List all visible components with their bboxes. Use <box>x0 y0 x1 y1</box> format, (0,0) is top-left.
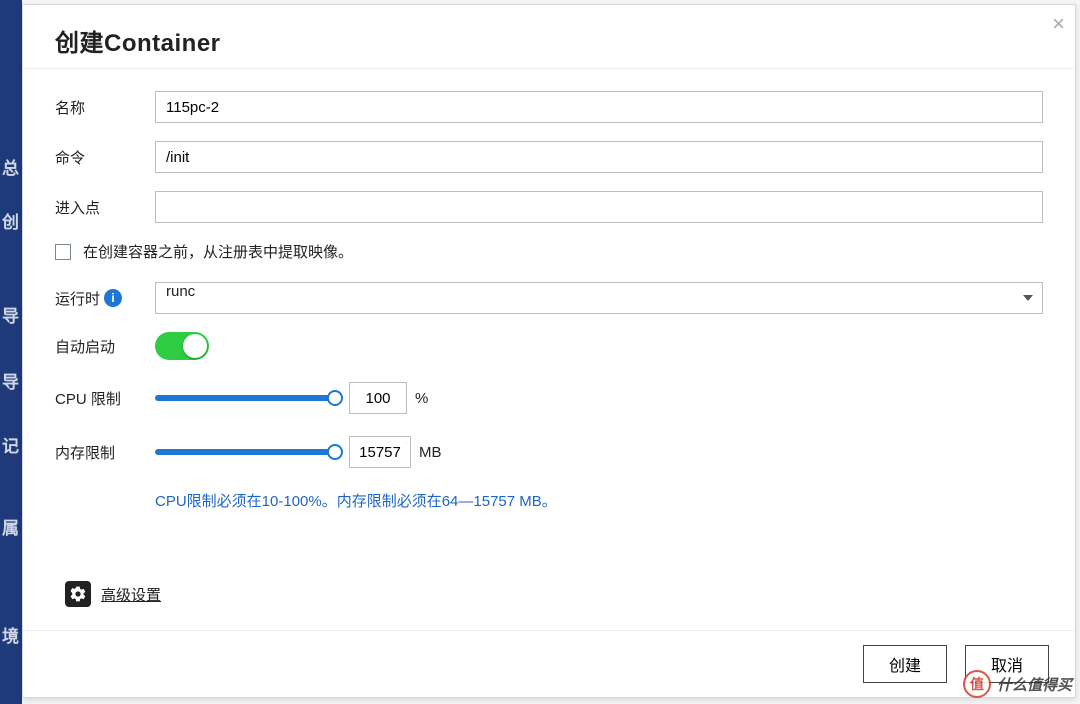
pull-image-checkbox[interactable] <box>55 244 71 260</box>
row-autostart: 自动启动 <box>55 332 1043 360</box>
bg-sidebar-glyph: 记 <box>2 432 19 457</box>
bg-sidebar-glyph: 导 <box>2 368 19 393</box>
label-command: 命令 <box>55 147 155 168</box>
row-mem-limit: 内存限制 MB <box>55 436 1043 468</box>
close-icon[interactable]: × <box>1052 13 1065 35</box>
label-name: 名称 <box>55 97 155 118</box>
advanced-settings[interactable]: 高级设置 <box>65 581 1043 607</box>
label-entrypoint: 进入点 <box>55 197 155 218</box>
create-container-modal: × 创建Container 名称 命令 进入点 在创建容器之前，从注册表中提取映… <box>22 4 1076 698</box>
limits-hint: CPU限制必须在10-100%。内存限制必须在64—15757 MB。 <box>155 490 1043 511</box>
background-sidebar: 总 创 导 导 记 属 境 <box>0 0 22 704</box>
bg-sidebar-glyph: 属 <box>2 514 19 539</box>
gear-icon <box>65 581 91 607</box>
mem-slider[interactable] <box>155 449 335 455</box>
info-icon[interactable]: i <box>104 289 122 307</box>
label-autostart: 自动启动 <box>55 336 155 357</box>
pull-image-label: 在创建容器之前，从注册表中提取映像。 <box>83 241 353 262</box>
watermark-badge: 值 <box>963 670 991 698</box>
runtime-select[interactable]: runc <box>155 282 1043 314</box>
entrypoint-input[interactable] <box>155 191 1043 223</box>
cpu-unit: % <box>415 390 428 407</box>
name-input[interactable] <box>155 91 1043 123</box>
modal-title: 创建Container <box>55 23 1043 58</box>
modal-header: 创建Container <box>23 5 1075 68</box>
bg-sidebar-glyph: 创 <box>2 208 19 233</box>
mem-slider-thumb[interactable] <box>327 444 343 460</box>
label-runtime: 运行时 <box>55 288 100 309</box>
runtime-selected-value: runc <box>166 283 195 300</box>
row-cpu-limit: CPU 限制 % <box>55 382 1043 414</box>
label-cpu-limit: CPU 限制 <box>55 388 155 409</box>
row-entrypoint: 进入点 <box>55 191 1043 223</box>
toggle-knob <box>183 334 207 358</box>
modal-footer: 创建 取消 <box>23 630 1075 697</box>
cpu-percent-input[interactable] <box>349 382 407 414</box>
autostart-toggle[interactable] <box>155 332 209 360</box>
watermark-text: 什么值得买 <box>997 674 1072 695</box>
modal-body: 名称 命令 进入点 在创建容器之前，从注册表中提取映像。 运行时 i <box>23 68 1075 630</box>
mem-mb-input[interactable] <box>349 436 411 468</box>
bg-sidebar-glyph: 境 <box>2 622 19 647</box>
bg-sidebar-glyph: 总 <box>2 154 19 179</box>
cpu-slider-thumb[interactable] <box>327 390 343 406</box>
mem-unit: MB <box>419 444 442 461</box>
bg-sidebar-glyph: 导 <box>2 302 19 327</box>
row-name: 名称 <box>55 91 1043 123</box>
watermark: 值 什么值得买 <box>963 670 1072 698</box>
row-pull-image: 在创建容器之前，从注册表中提取映像。 <box>55 241 1043 262</box>
label-mem-limit: 内存限制 <box>55 442 155 463</box>
row-runtime: 运行时 i runc <box>55 282 1043 314</box>
row-command: 命令 <box>55 141 1043 173</box>
cpu-slider[interactable] <box>155 395 335 401</box>
advanced-settings-link[interactable]: 高级设置 <box>101 584 161 605</box>
command-input[interactable] <box>155 141 1043 173</box>
create-button[interactable]: 创建 <box>863 645 947 683</box>
